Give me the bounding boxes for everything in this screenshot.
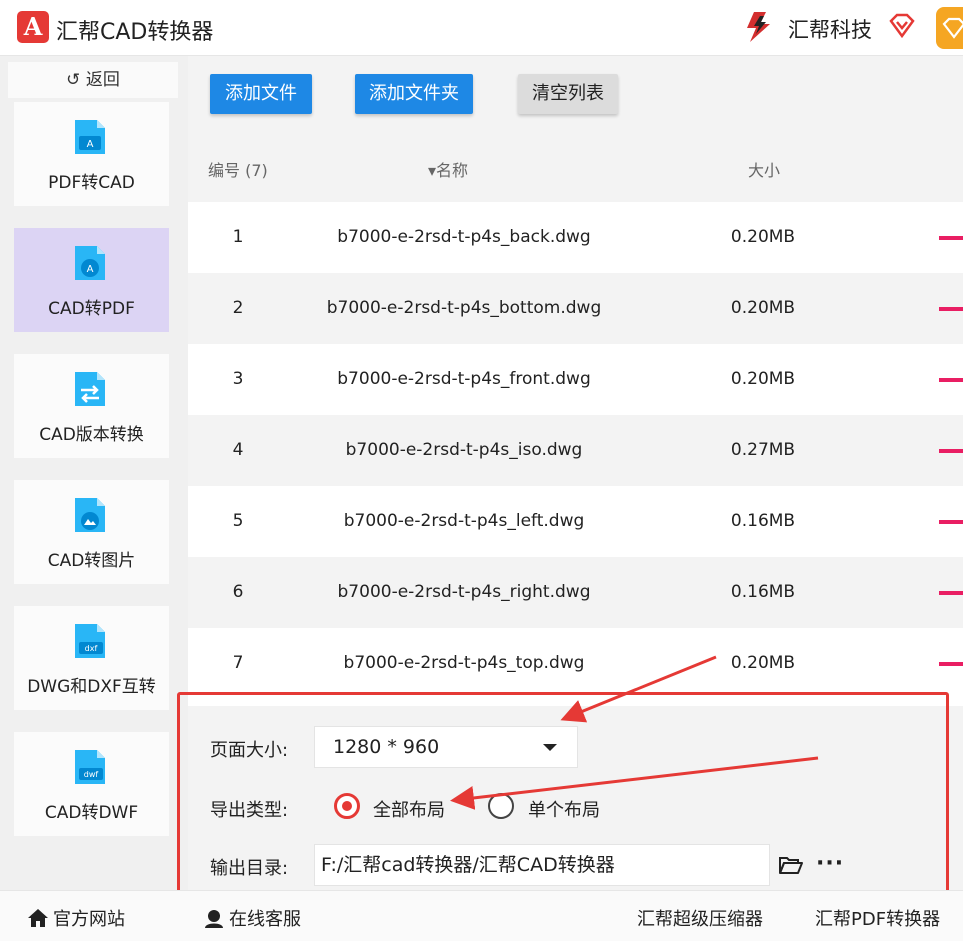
row-status-indicator — [939, 591, 963, 595]
row-filename: b7000-e-2rsd-t-p4s_front.dwg — [337, 369, 591, 389]
row-number: 7 — [232, 653, 244, 673]
sidebar-item-pdf-to-cad[interactable]: A PDF转CAD — [14, 102, 169, 206]
export-single-label[interactable]: 单个布局 — [528, 796, 600, 822]
compressor-link[interactable]: 汇帮超级压缩器 — [637, 905, 763, 931]
row-filename: b7000-e-2rsd-t-p4s_top.dwg — [343, 653, 585, 673]
website-link[interactable]: 官方网站 — [27, 905, 125, 931]
website-label: 官方网站 — [53, 909, 125, 930]
sidebar: ↺ 返回 A PDF转CAD A CAD转PDF CAD版本转换 CAD转图片 — [0, 56, 188, 890]
row-number: 5 — [232, 511, 244, 531]
svg-text:A: A — [87, 139, 94, 150]
row-number: 2 — [232, 298, 244, 318]
row-number: 6 — [232, 582, 244, 602]
radio-export-single[interactable] — [488, 793, 514, 819]
dwg-dxf-icon: dxf — [75, 624, 105, 658]
row-filename: b7000-e-2rsd-t-p4s_bottom.dwg — [326, 298, 602, 318]
app-logo-icon: A — [17, 11, 49, 43]
row-filesize: 0.20MB — [730, 227, 796, 247]
export-all-label[interactable]: 全部布局 — [373, 796, 445, 822]
svg-text:dxf: dxf — [85, 644, 98, 653]
cad-version-icon — [75, 372, 105, 406]
headset-icon — [205, 910, 223, 928]
sidebar-item-label: DWG和DXF互转 — [27, 677, 156, 697]
back-button[interactable]: ↺ 返回 — [8, 62, 178, 98]
sidebar-item-dwg-dxf[interactable]: dxf DWG和DXF互转 — [14, 606, 169, 710]
chevron-down-icon — [543, 744, 557, 751]
export-type-label: 导出类型: — [210, 800, 289, 821]
home-icon — [28, 909, 48, 927]
table-row[interactable]: 2 b7000-e-2rsd-t-p4s_bottom.dwg 0.20MB — [188, 273, 963, 344]
row-filesize: 0.27MB — [730, 440, 796, 460]
sidebar-item-cad-to-dwf[interactable]: dwf CAD转DWF — [14, 732, 169, 836]
column-header-number[interactable]: 编号 (7) — [208, 157, 268, 181]
sidebar-item-label: CAD转图片 — [47, 551, 136, 571]
row-number: 1 — [232, 227, 244, 247]
page-size-select[interactable]: 1280 * 960 — [314, 726, 578, 768]
sidebar-item-label: CAD版本转换 — [39, 425, 144, 445]
output-dir-label: 输出目录: — [210, 858, 289, 879]
clear-list-button[interactable]: 清空列表 — [518, 74, 618, 114]
app-title: 汇帮CAD转换器 — [56, 20, 214, 45]
brand-name: 汇帮科技 — [788, 18, 872, 42]
row-status-indicator — [939, 307, 963, 311]
more-options-icon[interactable]: ··· — [816, 853, 844, 875]
table-row[interactable]: 6 b7000-e-2rsd-t-p4s_right.dwg 0.16MB — [188, 557, 963, 628]
diamond-icon — [942, 17, 963, 39]
pdf-to-cad-icon: A — [75, 120, 105, 154]
toolbar: 添加文件 添加文件夹 清空列表 — [188, 56, 963, 132]
footer: 官方网站 在线客服 汇帮超级压缩器 汇帮PDF转换器 — [0, 890, 963, 941]
title-bar: A 汇帮CAD转换器 汇帮科技 — [0, 0, 963, 56]
sidebar-item-cad-version[interactable]: CAD版本转换 — [14, 354, 169, 458]
column-header-name[interactable]: ▾名称 — [428, 157, 468, 181]
page-size-label: 页面大小: — [210, 740, 289, 761]
settings-panel: 页面大小: 1280 * 960 导出类型: 全部布局 单个布局 输出目录: F… — [188, 706, 963, 890]
add-folder-button[interactable]: 添加文件夹 — [355, 74, 473, 114]
table-header: 编号 (7) ▾名称 大小 — [188, 132, 963, 202]
row-status-indicator — [939, 236, 963, 240]
support-label: 在线客服 — [229, 909, 301, 930]
add-file-button[interactable]: 添加文件 — [210, 74, 312, 114]
row-status-indicator — [939, 662, 963, 666]
sidebar-item-cad-to-pdf[interactable]: A CAD转PDF — [14, 228, 169, 332]
row-number: 3 — [232, 369, 244, 389]
row-filesize: 0.20MB — [730, 298, 796, 318]
brand-logo-icon — [747, 12, 770, 42]
svg-text:dwf: dwf — [84, 770, 99, 779]
row-filesize: 0.20MB — [730, 369, 796, 389]
cad-to-image-icon — [75, 498, 105, 532]
sidebar-item-label: CAD转PDF — [48, 299, 135, 319]
column-header-size[interactable]: 大小 — [748, 157, 780, 181]
row-status-indicator — [939, 378, 963, 382]
support-link[interactable]: 在线客服 — [203, 905, 301, 931]
row-status-indicator — [939, 520, 963, 524]
row-filesize: 0.16MB — [730, 582, 796, 602]
row-filename: b7000-e-2rsd-t-p4s_iso.dwg — [345, 440, 583, 460]
table-row[interactable]: 5 b7000-e-2rsd-t-p4s_left.dwg 0.16MB — [188, 486, 963, 557]
output-dir-field[interactable]: F:/汇帮cad转换器/汇帮CAD转换器 — [314, 844, 770, 886]
table-row[interactable]: 3 b7000-e-2rsd-t-p4s_front.dwg 0.20MB — [188, 344, 963, 415]
row-filename: b7000-e-2rsd-t-p4s_right.dwg — [337, 582, 591, 602]
folder-open-icon[interactable] — [778, 854, 804, 876]
sidebar-item-label: CAD转DWF — [44, 803, 139, 823]
cad-to-pdf-icon: A — [75, 246, 105, 280]
vip-diamond-icon[interactable] — [888, 12, 916, 40]
account-button[interactable] — [936, 7, 963, 49]
table-row[interactable]: 7 b7000-e-2rsd-t-p4s_top.dwg 0.20MB — [188, 628, 963, 699]
row-filesize: 0.20MB — [730, 653, 796, 673]
row-filename: b7000-e-2rsd-t-p4s_back.dwg — [337, 227, 591, 247]
radio-export-all[interactable] — [334, 793, 360, 819]
table-row[interactable]: 4 b7000-e-2rsd-t-p4s_iso.dwg 0.27MB — [188, 415, 963, 486]
svg-text:A: A — [87, 264, 94, 275]
sidebar-item-label: PDF转CAD — [48, 173, 135, 193]
page-size-value: 1280 * 960 — [333, 736, 440, 758]
cad-to-dwf-icon: dwf — [75, 750, 105, 784]
row-status-indicator — [939, 449, 963, 453]
row-filename: b7000-e-2rsd-t-p4s_left.dwg — [343, 511, 585, 531]
sidebar-item-cad-to-image[interactable]: CAD转图片 — [14, 480, 169, 584]
row-filesize: 0.16MB — [730, 511, 796, 531]
table-row[interactable]: 1 b7000-e-2rsd-t-p4s_back.dwg 0.20MB — [188, 202, 963, 273]
pdf-converter-link[interactable]: 汇帮PDF转换器 — [815, 905, 940, 931]
row-number: 4 — [232, 440, 244, 460]
